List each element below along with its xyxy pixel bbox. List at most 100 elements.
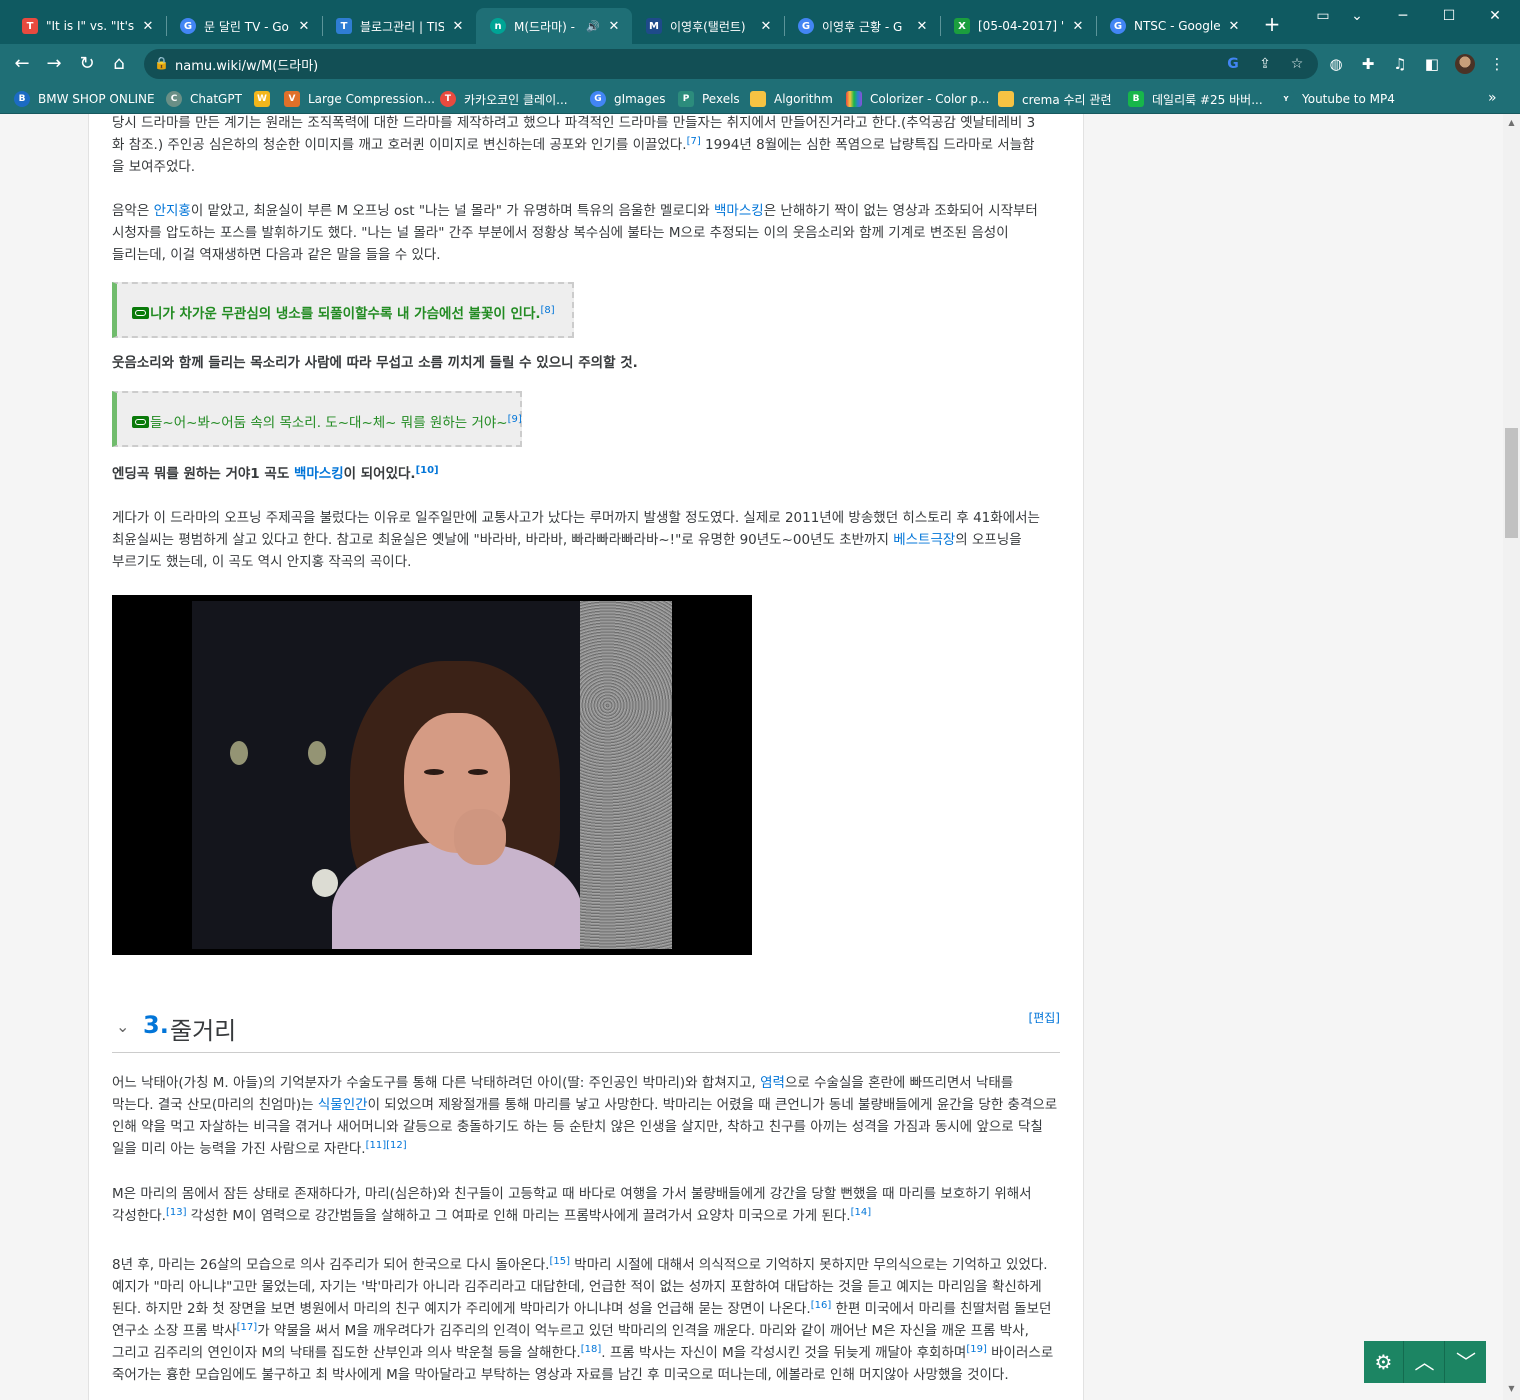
tab-6[interactable]: X [05-04-2017] " ✕ (940, 8, 1096, 44)
forward-button[interactable]: → (42, 52, 66, 76)
footnote-ref[interactable]: [16] (811, 1300, 832, 1311)
bmw-icon: B (14, 91, 30, 107)
bookmark-chatgpt[interactable]: C ChatGPT (166, 90, 242, 108)
bookmark-dailylook[interactable]: B 데일리룩 #25 바버... (1128, 90, 1263, 108)
text: 화 참조.) 주인공 심은하의 청순한 이미지를 깨고 호러퀸 이미지로 변신하… (112, 137, 687, 153)
text: 이 맡았고, 최윤실이 부른 M 오프닝 ost "나는 널 몰라" 가 유명하… (190, 203, 715, 219)
link-icon[interactable] (132, 416, 149, 428)
link-best-theater[interactable]: 베스트극장 (893, 532, 955, 548)
page-scrollbar[interactable]: ▲ ▼ (1503, 114, 1520, 1400)
media-control-icon[interactable]: ♫ (1390, 54, 1410, 74)
text: 8년 후, 마리는 26살의 모습으로 의사 김주리가 되어 한국으로 다시 돌… (112, 1257, 550, 1273)
bookmark-bmw[interactable]: B BMW SHOP ONLINE (14, 90, 155, 108)
new-tab-button[interactable]: + (1262, 14, 1282, 34)
extensions-icon[interactable]: ✚ (1358, 54, 1378, 74)
bookmark-crema[interactable]: crema 수리 관련 (998, 90, 1111, 108)
close-icon[interactable]: ✕ (914, 19, 930, 34)
tab-2[interactable]: T 블로그관리 | TIS ✕ (322, 8, 476, 44)
footnote-ref[interactable]: [15] (549, 1256, 570, 1267)
tab-5[interactable]: G 이영후 근황 - G ✕ (784, 8, 940, 44)
scrollbar-thumb[interactable] (1505, 428, 1518, 538)
paragraph-synopsis-1: 어느 낙태아(가칭 M. 아들)의 기억분자가 수술도구를 통해 다른 낙태하려… (112, 1072, 1058, 1160)
reload-button[interactable]: ↻ (75, 52, 99, 76)
bookmark-gimages[interactable]: GgImages (590, 90, 665, 108)
chevron-down-icon[interactable]: ⌄ (1334, 4, 1380, 28)
tab-0[interactable]: T "It is I" vs. "It's M ✕ (8, 8, 166, 44)
scroll-bottom-chevron-down-icon[interactable]: ﹀ (1446, 1341, 1486, 1383)
chatgpt-icon: C (166, 91, 182, 107)
paragraph-rumor: 게다가 이 드라마의 오프닝 주제곡을 불렀다는 이유로 일주일만에 교통사고가… (112, 507, 1058, 573)
scroll-up-arrow-icon[interactable]: ▲ (1506, 118, 1517, 129)
window-close-button[interactable]: ✕ (1472, 4, 1518, 28)
close-icon[interactable]: ✕ (758, 19, 774, 34)
close-icon[interactable]: ✕ (1226, 19, 1242, 34)
footnote-ref[interactable]: [10] (416, 465, 439, 476)
chevron-down-icon[interactable]: ⌄ (116, 1017, 129, 1036)
text: 어느 낙태아(가칭 M. 아들)의 기억분자가 수술도구를 통해 다른 낙태하려… (112, 1075, 761, 1091)
side-panel-icon[interactable]: ◧ (1422, 54, 1442, 74)
menu-kebab-icon[interactable]: ⋮ (1487, 54, 1507, 74)
close-icon[interactable]: ✕ (296, 19, 312, 34)
footnote-ref[interactable]: [14] (851, 1207, 872, 1218)
text: 각성한 M이 염력으로 강간범들을 살해하고 그 여파로 인해 마리는 프롬박사… (186, 1208, 851, 1224)
bookmark-label: Pexels (702, 92, 740, 106)
close-icon[interactable]: ✕ (606, 19, 622, 34)
footnote-ref[interactable]: [18] (581, 1344, 602, 1355)
tab-title: NTSC - Google (1134, 19, 1220, 33)
speaker-icon[interactable]: 🔊 (586, 20, 600, 33)
close-icon[interactable]: ✕ (1070, 19, 1086, 34)
bookmark-star-icon[interactable]: ☆ (1288, 55, 1306, 73)
link-anjihong[interactable]: 안지홍 (154, 203, 191, 219)
bookmark-large-compression[interactable]: V Large Compression... (284, 90, 435, 108)
google-lens-icon[interactable]: G (1224, 55, 1242, 73)
settings-gear-icon[interactable]: ⚙ (1364, 1341, 1404, 1383)
scroll-top-chevron-up-icon[interactable]: ︿ (1405, 1341, 1445, 1383)
footnote-ref[interactable]: [7] (687, 136, 701, 147)
tab-1[interactable]: G 문 달린 TV - Go ✕ (166, 8, 322, 44)
footnote-ref[interactable]: [9] (508, 414, 522, 425)
bookmark-w[interactable]: W (254, 90, 278, 108)
close-icon[interactable]: ✕ (450, 19, 466, 34)
bookmark-label: BMW SHOP ONLINE (38, 92, 155, 106)
bookmark-label: 데일리룩 #25 바버... (1152, 92, 1263, 107)
share-icon[interactable]: ⇪ (1256, 55, 1274, 73)
home-button[interactable]: ⌂ (107, 52, 131, 76)
tab-7[interactable]: G NTSC - Google ✕ (1096, 8, 1252, 44)
chevron-right-double-icon[interactable]: » (1488, 90, 1497, 106)
bookmark-pexels[interactable]: P Pexels (678, 90, 740, 108)
bookmark-kakao[interactable]: T 카카오코인 클레이... (440, 90, 568, 108)
footnote-ref[interactable]: [13] (166, 1207, 187, 1218)
translate-icon[interactable]: ◍ (1326, 54, 1346, 74)
minimize-button[interactable]: ─ (1380, 4, 1426, 28)
footnote-ref[interactable]: [17] (237, 1322, 258, 1333)
bookmark-colorizer[interactable]: Colorizer - Color p... (846, 90, 989, 108)
maximize-button[interactable]: ☐ (1426, 4, 1472, 28)
link-backmasking[interactable]: 백마스킹 (714, 203, 764, 219)
scroll-down-arrow-icon[interactable]: ▼ (1506, 1384, 1517, 1395)
bokeh-light (230, 741, 248, 765)
footnote-ref[interactable]: [19] (966, 1344, 987, 1355)
tab-4[interactable]: M 이영후(탤런트) ✕ (632, 8, 784, 44)
bookmark-algorithm[interactable]: Algorithm (750, 90, 833, 108)
footnote-ref[interactable]: [11][12] (366, 1140, 407, 1151)
address-bar[interactable]: 🔒 namu.wiki/w/M(드라마) G ⇪ ☆ (144, 49, 1318, 79)
footnote-ref[interactable]: [8] (541, 305, 555, 316)
close-icon[interactable]: ✕ (140, 19, 156, 34)
tab-title: 이영후(탤런트) (670, 19, 746, 34)
blog-icon: B (1128, 91, 1144, 107)
figure-eye (424, 769, 444, 775)
drama-still-image[interactable] (112, 595, 752, 955)
edit-link[interactable]: [편집] (1029, 1009, 1060, 1026)
link-vegetative-state[interactable]: 식물인간 (318, 1097, 368, 1113)
bookmark-label: Large Compression... (308, 92, 435, 106)
url-text[interactable]: namu.wiki/w/M(드라마) (175, 55, 318, 74)
bookmark-youtube-mp4[interactable]: Y Youtube to MP4 (1278, 90, 1395, 108)
link-telekinesis[interactable]: 염력 (760, 1075, 785, 1091)
link-backmasking-2[interactable]: 백마스킹 (294, 466, 344, 482)
profile-avatar[interactable] (1455, 54, 1475, 74)
tab-3-active[interactable]: n M(드라마) - 🔊 ✕ (476, 8, 632, 44)
lock-icon[interactable]: 🔒 (154, 56, 169, 70)
section-number[interactable]: 3. (143, 1011, 169, 1039)
link-icon[interactable] (132, 307, 149, 319)
back-button[interactable]: ← (10, 52, 34, 76)
